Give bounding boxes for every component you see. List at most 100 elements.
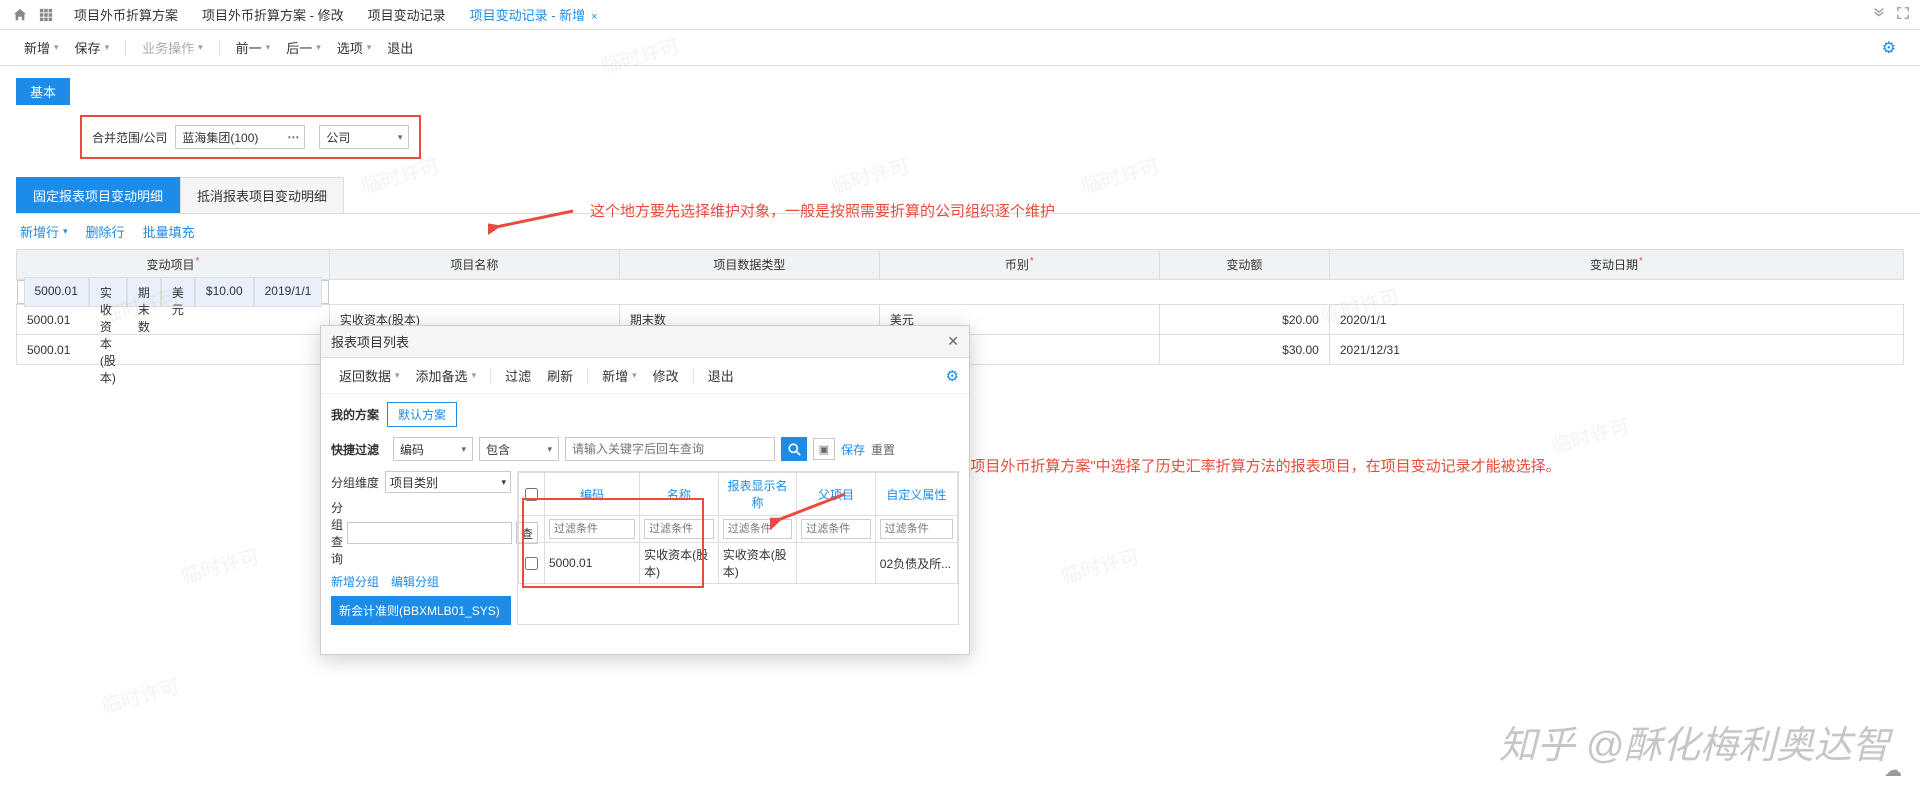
cell-date: 2019/1/1: [254, 277, 323, 307]
cell-item: 5000.01: [24, 277, 89, 307]
chevron-down-icon: ▾: [398, 132, 403, 143]
dlg-new-button[interactable]: 新增▾: [594, 364, 645, 387]
chevron-down-icon: ▾: [461, 444, 466, 455]
col-iname[interactable]: 名称: [640, 473, 719, 516]
filter-button[interactable]: 过滤: [497, 364, 539, 387]
col-date[interactable]: 变动日期*: [1329, 250, 1903, 280]
select-all-checkbox[interactable]: [525, 488, 538, 501]
item-list-table: 编码 名称 报表显示名称 父项目 自定义属性: [518, 472, 958, 584]
biz-op-button[interactable]: 业务操作▾: [134, 36, 211, 59]
search-input[interactable]: [565, 437, 775, 461]
dlg-modify-button[interactable]: 修改: [645, 364, 687, 387]
cell-disp: 实收资本(股本): [718, 543, 797, 584]
subtab-fixed[interactable]: 固定报表项目变动明细: [16, 177, 180, 213]
del-row-button[interactable]: 删除行: [86, 222, 125, 241]
prev-button[interactable]: 前一▾: [228, 36, 279, 59]
close-icon[interactable]: ×: [591, 11, 597, 23]
tab-plan-edit[interactable]: 项目外币折算方案 - 修改: [190, 1, 356, 28]
company-picker[interactable]: 蓝海集团(100) ⋯: [175, 125, 305, 149]
cell-cust: 02负债及所...: [875, 543, 957, 584]
exit-button[interactable]: 退出: [379, 36, 421, 59]
subtab-offset[interactable]: 抵消报表项目变动明细: [180, 177, 344, 213]
dialog-title: 报表项目列表: [331, 332, 409, 351]
dlg-exit-button[interactable]: 退出: [700, 364, 742, 387]
collapse-icon[interactable]: [1872, 6, 1886, 23]
table-row[interactable]: 5000.01 实收资本(股本) 实收资本(股本) 02负债及所...: [519, 543, 958, 584]
filter-code[interactable]: [549, 519, 635, 539]
save-filter-link[interactable]: 保存: [841, 441, 865, 458]
section-badge-basic: 基本: [16, 78, 70, 105]
cell-name: 实收资本(股本): [640, 543, 719, 584]
add-alt-button[interactable]: 添加备选▾: [408, 364, 485, 387]
tab-changelog[interactable]: 项目变动记录: [356, 1, 458, 28]
chevron-down-icon: ▾: [547, 444, 552, 455]
cell-code: 5000.01: [545, 543, 640, 584]
row-checkbox[interactable]: [525, 557, 538, 570]
col-cust[interactable]: 自定义属性: [875, 473, 957, 516]
tab-plan[interactable]: 项目外币折算方案: [62, 1, 190, 28]
browse-icon[interactable]: ⋯: [287, 130, 298, 144]
cloud-icon: ☁: [1884, 760, 1902, 781]
gear-icon[interactable]: ⚙: [946, 367, 959, 385]
annotation-text-2: 只有在"项目外币折算方案"中选择了历史汇率折算方法的报表项目，在项目变动记录才能…: [920, 455, 1561, 479]
tab-label: 项目变动记录 - 新增: [470, 8, 586, 23]
group-query-input[interactable]: [347, 522, 512, 544]
report-item-dialog: 报表项目列表 ✕ 返回数据▾ 添加备选▾ 过滤 刷新 新增▾ 修改 退出 ⚙ 我…: [320, 325, 970, 655]
options-button[interactable]: 选项▾: [329, 36, 380, 59]
scope-select[interactable]: 公司 ▾: [319, 125, 409, 149]
cell-date: 2021/12/31: [1329, 335, 1903, 365]
add-group-link[interactable]: 新增分组: [331, 573, 379, 590]
expand-icon[interactable]: ▣: [813, 438, 835, 460]
col-currency[interactable]: 币别*: [879, 250, 1159, 280]
watermark: 临时许可: [1548, 410, 1633, 459]
fullscreen-icon[interactable]: [1896, 6, 1910, 23]
chevron-down-icon: ▾: [501, 477, 506, 488]
filter-name[interactable]: [644, 519, 714, 539]
scope-company-label: 合并范围/公司: [92, 129, 167, 146]
refresh-button[interactable]: 刷新: [539, 364, 581, 387]
group-query-label: 分组查询: [331, 499, 343, 567]
chevron-down-icon: ▾: [105, 42, 110, 53]
chevron-down-icon: ▾: [395, 370, 400, 381]
filter-cust[interactable]: [880, 519, 953, 539]
col-code[interactable]: 编码: [545, 473, 640, 516]
cell-amount: $20.00: [1159, 305, 1329, 335]
zhihu-watermark: 知乎 @酥化梅利奥达智: [1499, 714, 1890, 769]
batch-fill-button[interactable]: 批量填充: [143, 222, 195, 241]
tree-item-rule[interactable]: 新会计准则(BBXMLB01_SYS): [331, 596, 511, 625]
save-button[interactable]: 保存▾: [67, 36, 118, 59]
group-dim-label: 分组维度: [331, 474, 381, 491]
search-button[interactable]: [781, 437, 807, 461]
company-value: 蓝海集团(100): [182, 129, 287, 146]
col-checkbox[interactable]: [519, 473, 545, 516]
cell-date: 2020/1/1: [1329, 305, 1903, 335]
next-button[interactable]: 后一▾: [278, 36, 329, 59]
chevron-down-icon: ▾: [632, 370, 637, 381]
chevron-down-icon: ▾: [472, 370, 477, 381]
col-amount[interactable]: 变动额: [1159, 250, 1329, 280]
close-icon[interactable]: ✕: [947, 333, 959, 350]
gear-icon[interactable]: ⚙: [1882, 38, 1896, 58]
new-button[interactable]: 新增▾: [16, 36, 67, 59]
tab-changelog-new[interactable]: 项目变动记录 - 新增 ×: [458, 1, 610, 28]
annotation-arrow-2: [770, 490, 850, 530]
cell-currency: 美元: [161, 277, 195, 307]
return-data-button[interactable]: 返回数据▾: [331, 364, 408, 387]
col-item[interactable]: 变动项目*: [17, 250, 330, 280]
apps-icon[interactable]: [36, 5, 56, 25]
cell-item: 5000.01: [17, 335, 330, 365]
group-dim-select[interactable]: 项目类别▾: [385, 471, 511, 493]
annotation-arrow: [488, 207, 578, 237]
filter-field-select[interactable]: 编码▾: [393, 437, 473, 461]
table-row[interactable]: 5000.01 实收资本(股本) 期末数 美元 $10.00 2019/1/1: [17, 280, 330, 304]
cell-parent: [797, 543, 876, 584]
col-type[interactable]: 项目数据类型: [619, 250, 879, 280]
reset-filter-link[interactable]: 重置: [871, 441, 895, 458]
filter-op-select[interactable]: 包含▾: [479, 437, 559, 461]
default-plan-button[interactable]: 默认方案: [387, 402, 457, 427]
col-name[interactable]: 项目名称: [329, 250, 619, 280]
add-row-button[interactable]: 新增行▾: [20, 222, 68, 241]
watermark: 临时许可: [1058, 540, 1143, 589]
edit-group-link[interactable]: 编辑分组: [391, 573, 439, 590]
home-icon[interactable]: [10, 5, 30, 25]
